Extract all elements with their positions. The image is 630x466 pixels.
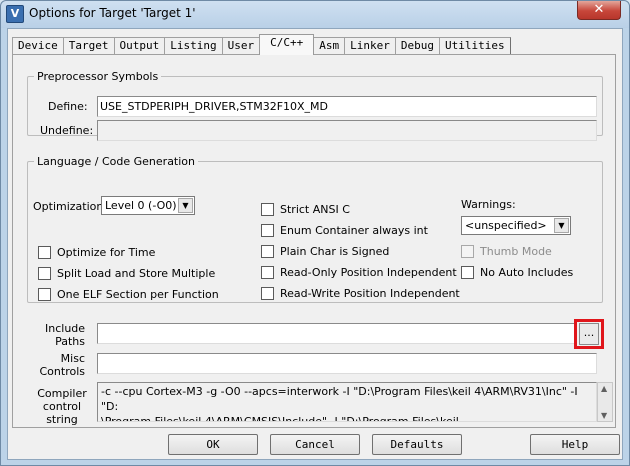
one-elf-checkbox[interactable]: One ELF Section per Function <box>38 288 219 301</box>
strict-ansi-checkbox[interactable]: Strict ANSI C <box>261 203 350 216</box>
optimization-select[interactable]: Level 0 (-O0) ▼ <box>101 196 195 215</box>
app-icon: V <box>6 5 24 23</box>
checkbox-box <box>38 267 51 280</box>
strict-ansi-label: Strict ANSI C <box>280 203 350 216</box>
compiler-label-line: Compiler <box>37 387 87 400</box>
title-bar[interactable]: V Options for Target 'Target 1' ✕ <box>1 1 629 28</box>
include-label-line: Paths <box>55 335 85 348</box>
split-load-label: Split Load and Store Multiple <box>57 267 216 280</box>
c-cpp-panel: Preprocessor Symbols Define: USE_STDPERI… <box>12 54 616 428</box>
scroll-down-icon: ▼ <box>601 411 608 420</box>
language-legend: Language / Code Generation <box>37 155 196 168</box>
chevron-down-icon: ▼ <box>554 218 569 233</box>
tab-listing[interactable]: Listing <box>164 37 223 55</box>
tab-strip: Device Target Output Listing User C/C++ … <box>12 34 511 55</box>
checkbox-box <box>261 203 274 216</box>
misc-controls-label: Misc Controls <box>39 352 86 378</box>
compiler-string-label: Compiler control string <box>33 387 91 426</box>
checkbox-box <box>461 266 474 279</box>
thumb-mode-label: Thumb Mode <box>480 245 552 258</box>
warnings-select[interactable]: <unspecified> ▼ <box>461 216 571 235</box>
no-auto-includes-label: No Auto Includes <box>480 266 574 279</box>
dialog-client: Device Target Output Listing User C/C++ … <box>7 28 623 460</box>
plain-char-checkbox[interactable]: Plain Char is Signed <box>261 245 389 258</box>
undefine-label: Undefine: <box>40 124 94 137</box>
checkbox-box <box>38 288 51 301</box>
tab-output[interactable]: Output <box>113 37 166 55</box>
ro-pi-label: Read-Only Position Independent <box>280 266 457 279</box>
misc-controls-input[interactable] <box>97 353 597 374</box>
tab-device[interactable]: Device <box>12 37 64 55</box>
include-paths-input[interactable] <box>97 323 577 344</box>
warnings-label: Warnings: <box>461 198 516 211</box>
close-button[interactable]: ✕ <box>577 1 621 20</box>
window-title: Options for Target 'Target 1' <box>29 6 196 20</box>
thumb-mode-checkbox[interactable]: Thumb Mode <box>461 245 552 258</box>
tab-debug[interactable]: Debug <box>394 37 440 55</box>
checkbox-box <box>461 245 474 258</box>
tab-target[interactable]: Target <box>62 37 115 55</box>
optimization-label: Optimization: <box>33 200 108 213</box>
defaults-button[interactable]: Defaults <box>372 434 462 455</box>
misc-label-line: Misc <box>60 352 85 365</box>
ok-button[interactable]: OK <box>168 434 258 455</box>
optimize-time-checkbox[interactable]: Optimize for Time <box>38 246 155 259</box>
tab-asm[interactable]: Asm <box>313 37 346 55</box>
optimize-time-label: Optimize for Time <box>57 246 156 259</box>
checkbox-box <box>261 224 274 237</box>
highlight-box <box>574 319 604 349</box>
checkbox-box <box>38 246 51 259</box>
enum-container-label: Enum Container always int <box>280 224 428 237</box>
compiler-string-line: -c --cpu Cortex-M3 -g -O0 --apcs=interwo… <box>101 385 578 413</box>
compiler-label-line: string <box>46 413 78 426</box>
checkbox-box <box>261 245 274 258</box>
cancel-button[interactable]: Cancel <box>270 434 360 455</box>
tab-utilities[interactable]: Utilities <box>438 37 511 55</box>
compiler-label-line: control <box>42 400 82 413</box>
rw-pi-label: Read-Write Position Independent <box>280 287 460 300</box>
define-input[interactable]: USE_STDPERIPH_DRIVER,STM32F10X_MD <box>97 96 597 117</box>
enum-container-checkbox[interactable]: Enum Container always int <box>261 224 428 237</box>
include-paths-label: Include Paths <box>45 322 85 348</box>
define-label: Define: <box>48 100 88 113</box>
checkbox-box <box>261 266 274 279</box>
options-dialog: V Options for Target 'Target 1' ✕ Device… <box>0 0 630 466</box>
tab-c-cpp[interactable]: C/C++ <box>259 34 315 55</box>
warnings-value: <unspecified> <box>465 219 547 232</box>
ro-pi-checkbox[interactable]: Read-Only Position Independent <box>261 266 457 279</box>
misc-label-line: Controls <box>39 365 86 378</box>
tab-linker[interactable]: Linker <box>344 37 396 55</box>
compiler-string-scrollbar[interactable]: ▲ ▼ <box>597 382 613 422</box>
chevron-down-icon: ▼ <box>178 198 193 213</box>
optimization-value: Level 0 (-O0) <box>105 199 177 212</box>
preprocessor-legend: Preprocessor Symbols <box>37 70 159 83</box>
plain-char-label: Plain Char is Signed <box>280 245 390 258</box>
checkbox-box <box>261 287 274 300</box>
undefine-input[interactable] <box>97 120 597 141</box>
include-label-line: Include <box>45 322 86 335</box>
one-elf-label: One ELF Section per Function <box>57 288 219 301</box>
help-button[interactable]: Help <box>530 434 620 455</box>
rw-pi-checkbox[interactable]: Read-Write Position Independent <box>261 287 460 300</box>
no-auto-includes-checkbox[interactable]: No Auto Includes <box>461 266 573 279</box>
tab-user[interactable]: User <box>221 37 261 55</box>
compiler-control-string[interactable]: -c --cpu Cortex-M3 -g -O0 --apcs=interwo… <box>97 382 597 422</box>
compiler-string-line: \Program Files\keil 4\ARM\CMSIS\Include"… <box>101 415 459 422</box>
split-load-checkbox[interactable]: Split Load and Store Multiple <box>38 267 215 280</box>
scroll-up-icon: ▲ <box>601 384 608 393</box>
